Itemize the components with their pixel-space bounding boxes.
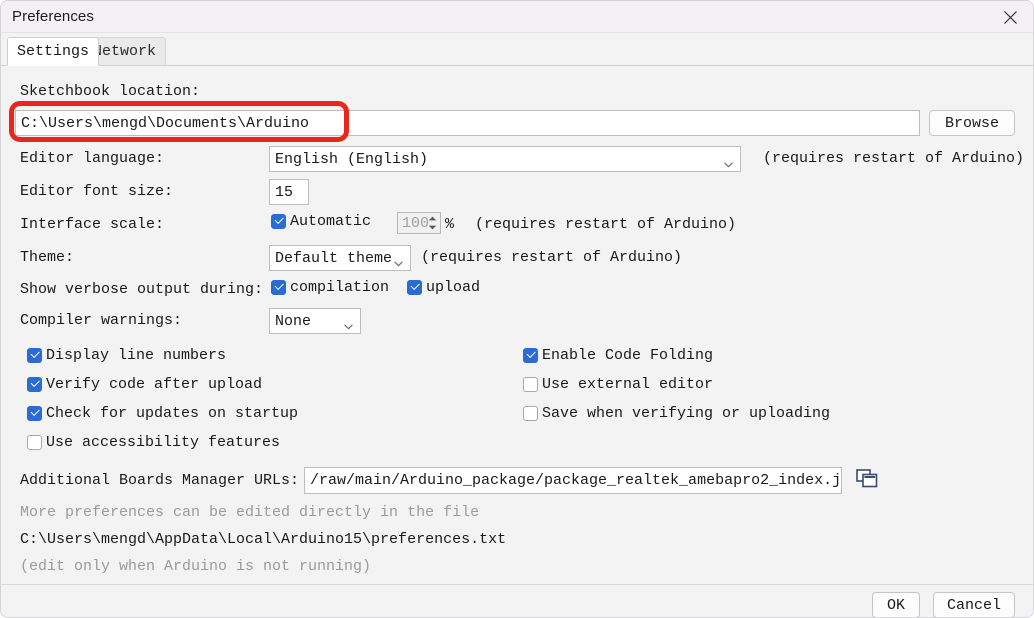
checkbox-icon	[271, 214, 286, 229]
checkbox-icon	[27, 377, 42, 392]
checkbox-save-when-verifying-or-uploading[interactable]: Save when verifying or uploading	[523, 405, 830, 422]
boards-manager-urls-label: Additional Boards Manager URLs:	[20, 472, 300, 489]
chevron-down-icon	[394, 255, 403, 267]
verbose-compilation-checkbox[interactable]: compilation	[271, 279, 389, 296]
theme-select[interactable]: Default theme	[269, 245, 411, 271]
checkbox-check-for-updates-on-startup[interactable]: Check for updates on startup	[27, 405, 298, 422]
checkbox-label: Check for updates on startup	[46, 405, 299, 422]
compiler-warnings-select[interactable]: None	[269, 308, 361, 334]
checkbox-icon	[27, 348, 42, 363]
stepper-arrows-icon	[427, 214, 438, 232]
checkbox-label: Enable Code Folding	[542, 347, 714, 364]
checkbox-display-line-numbers[interactable]: Display line numbers	[27, 347, 226, 364]
verbose-compilation-label: compilation	[290, 279, 390, 296]
editor-language-label: Editor language:	[20, 150, 165, 167]
compiler-warnings-label: Compiler warnings:	[20, 312, 183, 329]
verbose-upload-label: upload	[426, 279, 481, 296]
checkbox-use-external-editor[interactable]: Use external editor	[523, 376, 713, 393]
sketchbook-location-input[interactable]: C:\Users\mengd\Documents\Arduino	[15, 110, 920, 136]
boards-manager-urls-input[interactable]: /raw/main/Arduino_package/package_realte…	[304, 467, 842, 494]
checkbox-enable-code-folding[interactable]: Enable Code Folding	[523, 347, 713, 364]
tab-strip: Settings Network	[1, 33, 1033, 66]
theme-value: Default theme	[275, 249, 393, 267]
checkbox-icon	[27, 406, 42, 421]
compiler-warnings-value: None	[275, 312, 312, 330]
chevron-down-icon	[344, 318, 353, 330]
interface-scale-note: (requires restart of Arduino)	[475, 216, 737, 233]
ok-button[interactable]: OK	[872, 592, 920, 617]
titlebar: Preferences	[1, 1, 1033, 33]
verbose-upload-checkbox[interactable]: upload	[407, 279, 480, 296]
editor-language-value: English (English)	[275, 150, 429, 168]
checkbox-icon	[27, 435, 42, 450]
more-preferences-line1: More preferences can be edited directly …	[20, 504, 480, 521]
checkbox-icon	[407, 280, 422, 295]
preferences-dialog: Preferences Settings Network Sketchbook …	[0, 0, 1034, 618]
tab-settings[interactable]: Settings	[7, 37, 100, 66]
sketchbook-location-label: Sketchbook location:	[20, 83, 201, 100]
checkbox-icon	[523, 348, 538, 363]
interface-scale-automatic-checkbox[interactable]: Automatic	[271, 213, 371, 230]
close-button[interactable]	[987, 1, 1033, 33]
cancel-button[interactable]: Cancel	[933, 592, 1015, 617]
close-icon	[1003, 10, 1018, 25]
more-preferences-line3: (edit only when Arduino is not running)	[20, 558, 372, 575]
checkbox-icon	[523, 377, 538, 392]
editor-language-note: (requires restart of Arduino)	[763, 150, 1025, 167]
checkbox-icon	[271, 280, 286, 295]
checkbox-label: Use external editor	[542, 376, 714, 393]
checkbox-use-accessibility-features[interactable]: Use accessibility features	[27, 434, 280, 451]
open-editor-button[interactable]	[852, 467, 882, 494]
browse-button[interactable]: Browse	[929, 110, 1015, 136]
editor-font-size-label: Editor font size:	[20, 183, 174, 200]
interface-scale-stepper[interactable]: 100	[397, 212, 441, 234]
checkbox-label: Save when verifying or uploading	[542, 405, 831, 422]
verbose-output-label: Show verbose output during:	[20, 281, 264, 298]
interface-scale-value: 100	[402, 214, 430, 232]
checkbox-label: Use accessibility features	[46, 434, 281, 451]
tab-settings-label: Settings	[17, 43, 90, 60]
window-title: Preferences	[12, 8, 94, 25]
interface-scale-percent: %	[445, 216, 455, 233]
tab-network-label: Network	[93, 43, 157, 60]
checkbox-label: Verify code after upload	[46, 376, 263, 393]
open-window-icon	[856, 468, 878, 493]
footer-bar: OK Cancel	[1, 585, 1033, 617]
editor-language-select[interactable]: English (English)	[269, 146, 741, 172]
theme-note: (requires restart of Arduino)	[421, 249, 683, 266]
editor-font-size-input[interactable]: 15	[269, 179, 309, 205]
checkbox-icon	[523, 406, 538, 421]
interface-scale-label: Interface scale:	[20, 216, 165, 233]
theme-label: Theme:	[20, 249, 75, 266]
interface-scale-automatic-label: Automatic	[290, 213, 372, 230]
chevron-down-icon	[724, 156, 733, 168]
checkbox-label: Display line numbers	[46, 347, 227, 364]
settings-panel: Sketchbook location: C:\Users\mengd\Docu…	[1, 66, 1033, 584]
more-preferences-file-path: C:\Users\mengd\AppData\Local\Arduino15\p…	[20, 531, 507, 548]
checkbox-verify-code-after-upload[interactable]: Verify code after upload	[27, 376, 262, 393]
